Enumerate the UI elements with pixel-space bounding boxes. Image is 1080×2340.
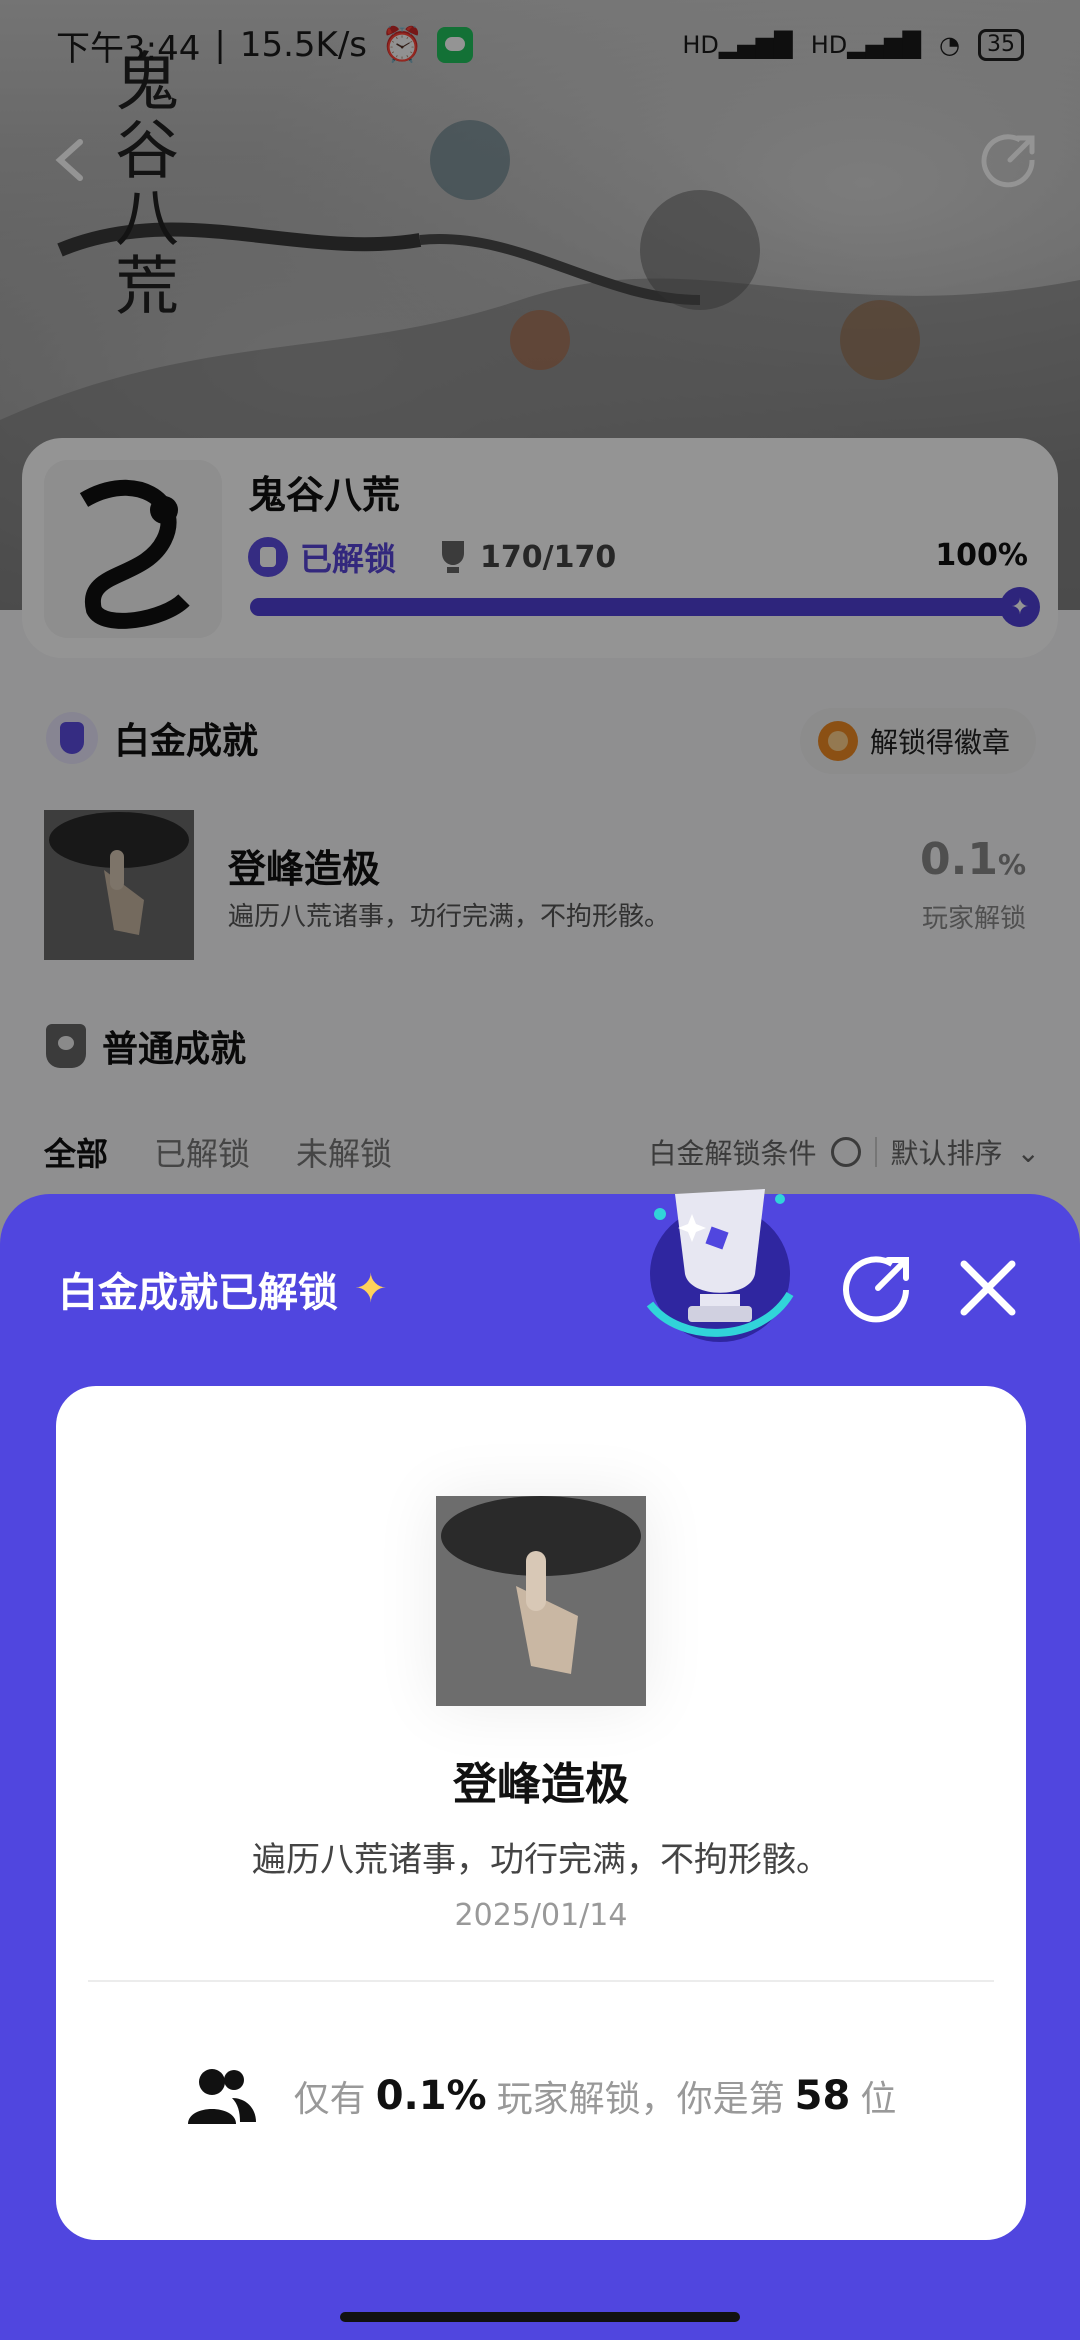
sheet-share-button[interactable]	[838, 1248, 918, 1328]
stats-rate: 0.1%	[375, 2073, 487, 2119]
close-button[interactable]	[948, 1248, 1028, 1328]
stats-rank: 58	[794, 2073, 851, 2119]
sheet-title: 白金成就已解锁 ✦	[58, 1260, 388, 1318]
users-icon	[187, 2069, 256, 2124]
divider	[88, 1980, 994, 1982]
close-icon	[960, 1260, 1016, 1316]
sparkle-icon: ✦	[354, 1266, 388, 1312]
trophy-illustration-icon	[646, 1189, 794, 1342]
platinum-unlocked-sheet: 白金成就已解锁 ✦ 登峰造极 遍历八荒诸事，功行完满，不拘形骸。 2025/01…	[0, 1189, 1080, 2340]
achievement-image	[436, 1496, 646, 1706]
unlock-stats: 仅有 0.1% 玩家解锁，你是第 58 位	[56, 2066, 1026, 2126]
achievement-name: 登峰造极	[453, 1759, 629, 1810]
stats-middle: 玩家解锁，你是第	[496, 2079, 785, 2120]
achievement-detail-card: 登峰造极 遍历八荒诸事，功行完满，不拘形骸。 2025/01/14 仅有 0.1…	[56, 1386, 1026, 2240]
sheet-title-text: 白金成就已解锁	[58, 1270, 338, 1316]
home-indicator[interactable]	[340, 2312, 740, 2322]
stats-suffix: 位	[860, 2079, 897, 2120]
achievement-artwork	[436, 1496, 646, 1706]
stats-prefix: 仅有	[293, 2079, 366, 2120]
achievement-description: 遍历八荒诸事，功行完满，不拘形骸。	[252, 1840, 830, 1880]
share-icon	[843, 1256, 909, 1323]
unlock-date: 2025/01/14	[454, 1898, 628, 1933]
